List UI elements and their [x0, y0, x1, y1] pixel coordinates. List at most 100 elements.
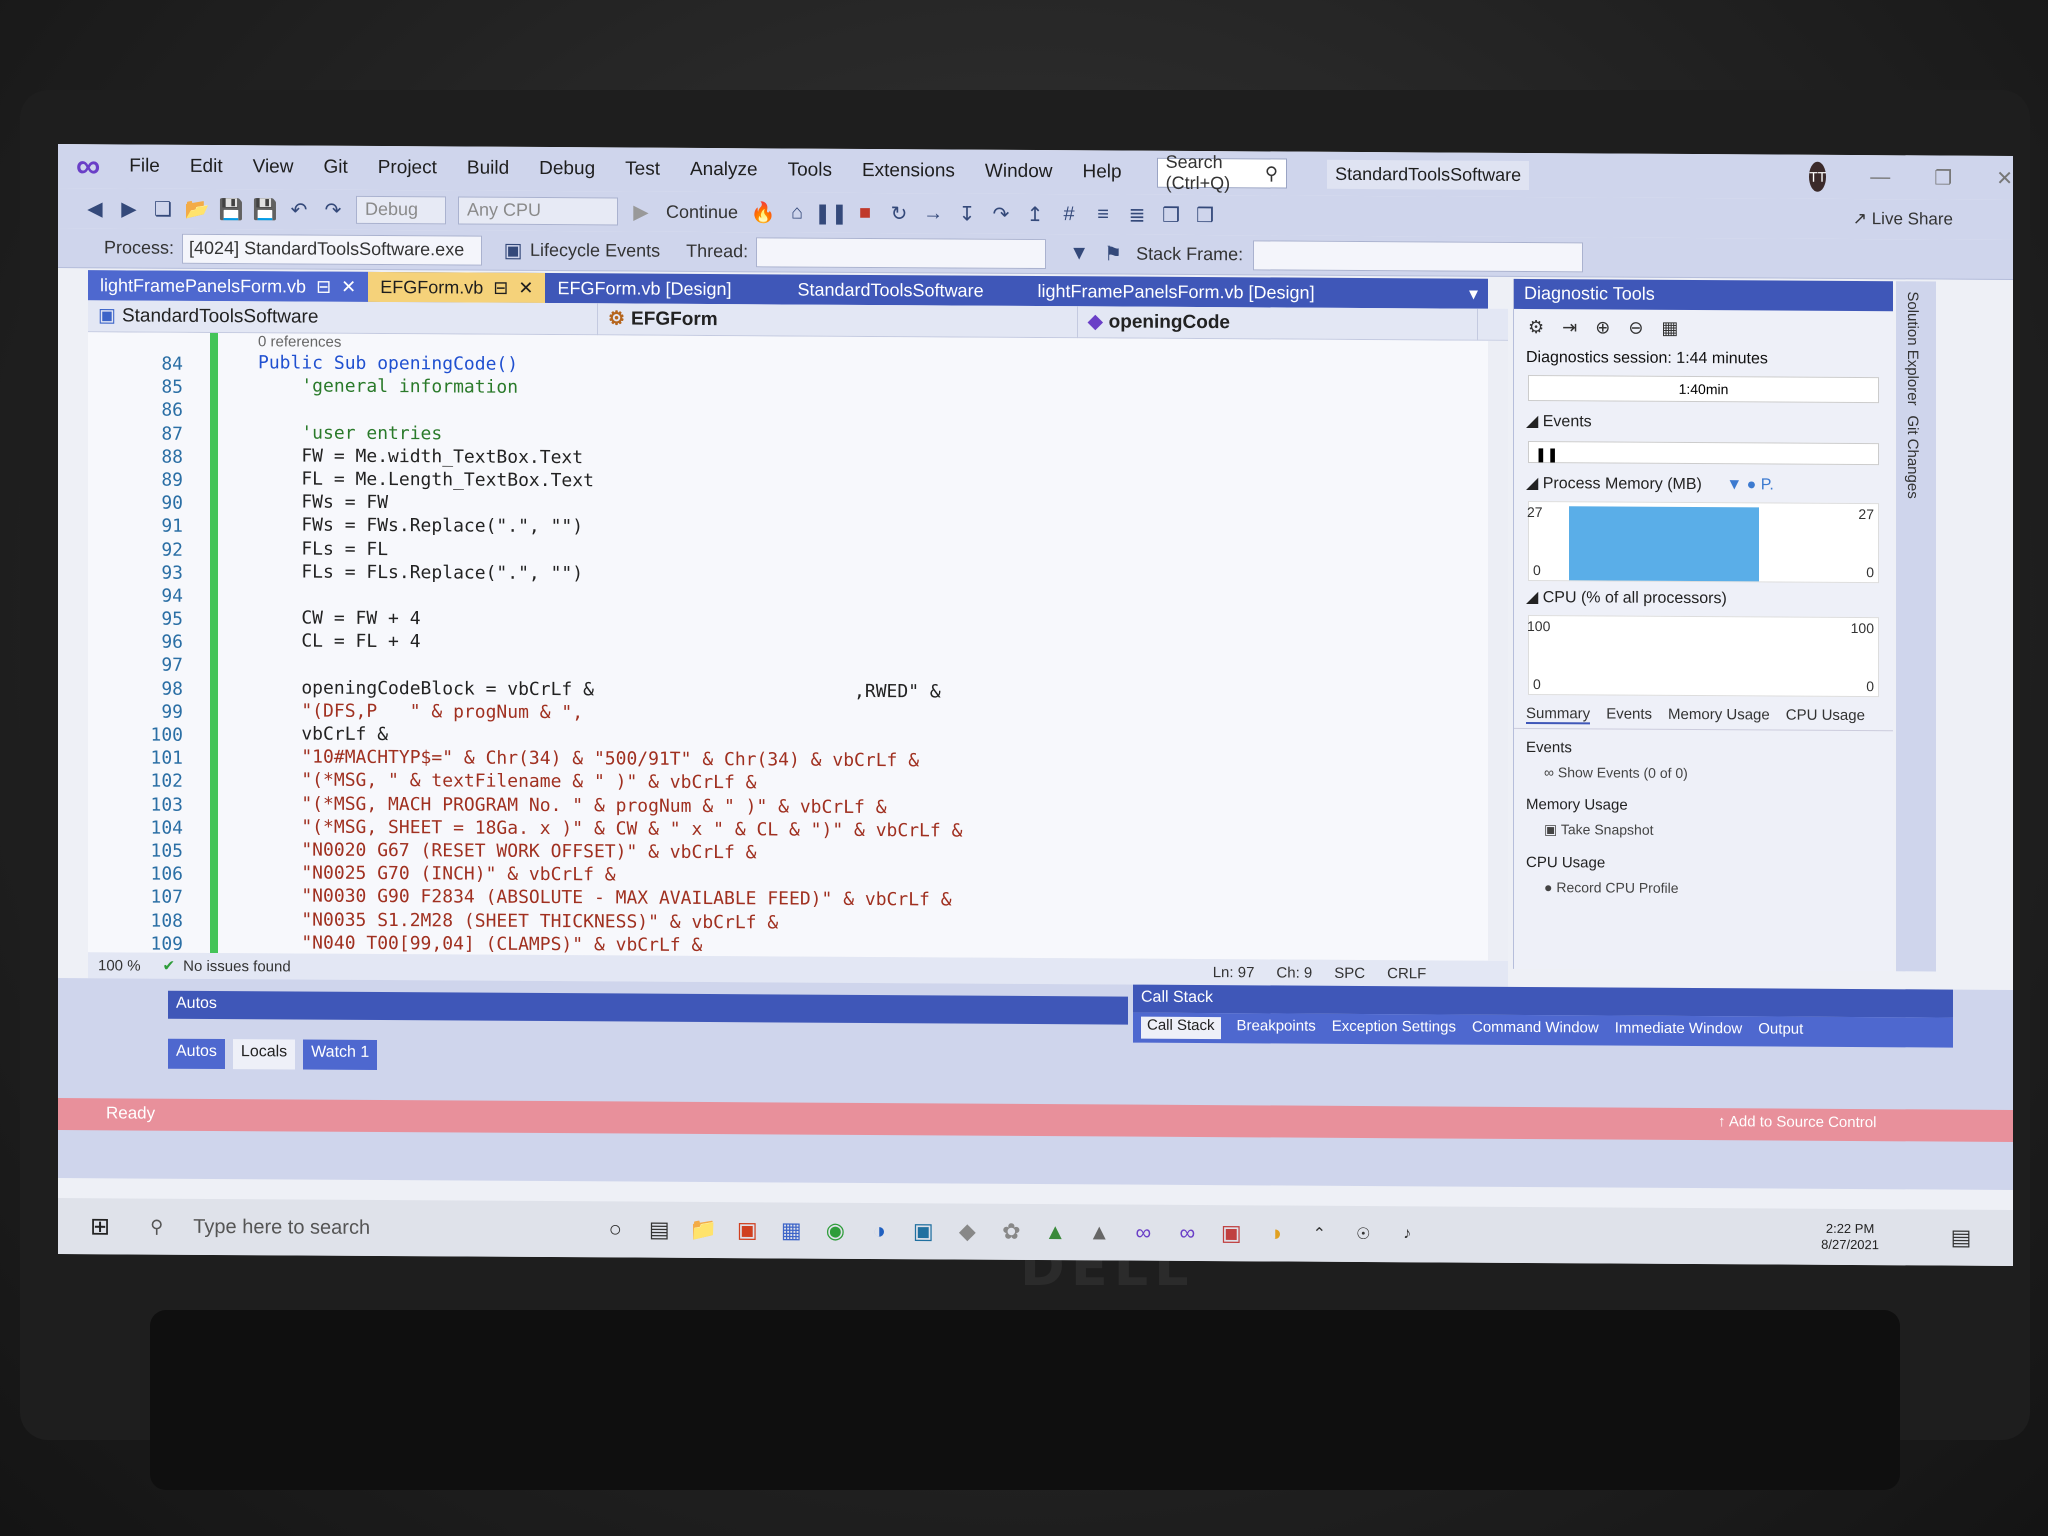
line-ending[interactable]: CRLF: [1387, 965, 1426, 982]
menu-build[interactable]: Build: [467, 158, 509, 180]
lifecycle-events-button[interactable]: Lifecycle Events: [530, 240, 660, 262]
visual-studio-taskbar-icon[interactable]: ∞: [1165, 1220, 1209, 1246]
continue-button[interactable]: Continue: [666, 201, 738, 222]
tab-autos[interactable]: Autos: [168, 1038, 225, 1070]
tab-locals[interactable]: Locals: [232, 1039, 296, 1070]
next-bookmark-icon[interactable]: ❒: [1188, 202, 1222, 227]
step-over-icon[interactable]: ↷: [984, 201, 1018, 226]
class-dropdown[interactable]: ⚙ EFGForm: [598, 302, 1078, 338]
take-snapshot-button[interactable]: ▣ Take Snapshot: [1514, 815, 1893, 846]
close-icon[interactable]: ✕: [341, 276, 356, 297]
tray-chevron-icon[interactable]: ⌃: [1297, 1224, 1341, 1244]
chrome-icon[interactable]: ◉: [813, 1218, 857, 1244]
undo-icon[interactable]: ↶: [282, 197, 316, 222]
export-icon[interactable]: ⇥: [1562, 317, 1577, 338]
show-next-statement-icon[interactable]: →: [916, 202, 950, 225]
visual-studio-taskbar-icon[interactable]: ∞: [1121, 1220, 1165, 1246]
back-icon[interactable]: ◀: [78, 196, 112, 221]
threads-icon[interactable]: ≡: [1086, 203, 1120, 226]
solution-explorer-tab[interactable]: Solution Explorer: [1904, 291, 1921, 405]
tab-immediate-window[interactable]: Immediate Window: [1615, 1020, 1743, 1043]
restart-icon[interactable]: ↻: [882, 201, 916, 226]
tab-command-window[interactable]: Command Window: [1472, 1019, 1599, 1042]
tab-overflow-chevron-down-icon[interactable]: ▾: [1469, 283, 1478, 304]
notifications-icon[interactable]: ▤: [1939, 1225, 1983, 1251]
hex-display-icon[interactable]: #: [1052, 203, 1086, 226]
tab-call-stack[interactable]: Call Stack: [1141, 1016, 1221, 1040]
record-cpu-button[interactable]: ● Record CPU Profile: [1514, 873, 1893, 903]
menu-extensions[interactable]: Extensions: [862, 160, 955, 183]
menu-debug[interactable]: Debug: [539, 158, 595, 180]
app-icon[interactable]: ▲: [1077, 1219, 1121, 1245]
events-section-header[interactable]: ◢ Events: [1514, 405, 1893, 439]
task-view-icon[interactable]: ▤: [637, 1217, 681, 1243]
pause-icon[interactable]: ❚❚: [814, 200, 848, 225]
code-line[interactable]: 'general information: [258, 374, 962, 401]
menu-window[interactable]: Window: [985, 161, 1053, 183]
zoom-level[interactable]: 100 %: [98, 957, 141, 974]
tab-exception-settings[interactable]: Exception Settings: [1332, 1018, 1456, 1041]
close-icon[interactable]: ✕: [518, 277, 533, 298]
save-icon[interactable]: 💾: [214, 196, 248, 221]
tab-breakpoints[interactable]: Breakpoints: [1237, 1017, 1316, 1039]
configuration-select[interactable]: Debug: [356, 195, 446, 225]
menu-tools[interactable]: Tools: [788, 159, 832, 181]
pin-icon[interactable]: ⊟: [316, 276, 331, 297]
tab-output[interactable]: Output: [1758, 1020, 1803, 1042]
app-icon[interactable]: ◆: [945, 1218, 989, 1244]
issues-status[interactable]: No issues found: [183, 957, 291, 975]
session-timeline[interactable]: 1:40min: [1528, 375, 1879, 404]
stop-icon[interactable]: ■: [848, 201, 882, 224]
flag-icon[interactable]: ⚑: [1096, 241, 1130, 266]
process-select[interactable]: [4024] StandardToolsSoftware.exe: [182, 233, 483, 266]
office-icon[interactable]: ▣: [725, 1217, 769, 1243]
minimize-icon[interactable]: —: [1870, 166, 1890, 189]
app-icon[interactable]: ◑: [1253, 1220, 1297, 1246]
add-to-source-control-button[interactable]: ↑ Add to Source Control: [1718, 1113, 1876, 1131]
tab-lightframepanelsform-vb[interactable]: lightFramePanelsForm.vb ⊟ ✕: [88, 270, 369, 302]
step-into-icon[interactable]: ↧: [950, 201, 984, 226]
memory-section-header[interactable]: ◢ Process Memory (MB) ▼ ● P.: [1514, 467, 1893, 501]
continue-play-icon[interactable]: ▶: [624, 199, 658, 224]
tab-lightframepanelsform-design[interactable]: lightFramePanelsForm.vb [Design]: [1025, 276, 1326, 308]
filter-icon[interactable]: ▼: [1062, 242, 1096, 265]
stack-frame-select[interactable]: [1253, 239, 1584, 272]
cpu-section-header[interactable]: ◢ CPU (% of all processors): [1514, 581, 1893, 615]
close-icon[interactable]: ✕: [1996, 165, 2013, 190]
menu-edit[interactable]: Edit: [190, 156, 223, 178]
app-icon[interactable]: ▲: [1033, 1219, 1077, 1245]
zoom-out-icon[interactable]: ⊖: [1628, 317, 1643, 338]
tab-summary[interactable]: Summary: [1526, 704, 1591, 725]
member-dropdown[interactable]: ◆ openingCode: [1078, 305, 1478, 341]
hot-reload-icon[interactable]: 🔥: [746, 200, 780, 225]
comment-icon[interactable]: ≣: [1120, 202, 1154, 227]
code-line[interactable]: FLs = FLs.Replace(".", ""): [258, 560, 962, 587]
menu-file[interactable]: File: [129, 155, 160, 177]
network-icon[interactable]: ☉: [1341, 1224, 1385, 1244]
save-all-icon[interactable]: 💾: [248, 197, 282, 222]
menu-project[interactable]: Project: [378, 157, 437, 179]
tab-events[interactable]: Events: [1606, 705, 1652, 724]
git-changes-tab[interactable]: Git Changes: [1904, 416, 1921, 499]
pin-icon[interactable]: ⊟: [493, 277, 508, 298]
platform-select[interactable]: Any CPU: [458, 196, 618, 226]
thread-select[interactable]: [756, 236, 1047, 269]
volume-icon[interactable]: ♪: [1385, 1225, 1429, 1243]
show-events-link[interactable]: ∞ Show Events (0 of 0): [1514, 758, 1893, 788]
windows-start-icon[interactable]: ⊞: [90, 1212, 110, 1241]
menu-help[interactable]: Help: [1083, 161, 1122, 183]
menu-test[interactable]: Test: [625, 158, 660, 180]
reset-zoom-icon[interactable]: ▦: [1661, 317, 1678, 338]
maximize-icon[interactable]: ❐: [1934, 165, 1952, 190]
new-item-icon[interactable]: ❏: [146, 196, 180, 221]
tab-watch-1[interactable]: Watch 1: [303, 1039, 378, 1070]
settings-gear-icon[interactable]: ⚙: [1528, 317, 1544, 338]
avatar[interactable]: TT: [1809, 161, 1827, 192]
zoom-in-icon[interactable]: ⊕: [1595, 317, 1610, 338]
app-icon[interactable]: ▦: [769, 1217, 813, 1243]
code-editor[interactable]: 84 85 86 87 88 89 90 91 92 93 94 95 96 97 98 99 100 101 10…: [88, 332, 1508, 961]
tab-memory-usage[interactable]: Memory Usage: [1668, 706, 1770, 726]
code-lines[interactable]: 0 references Public Sub openingCode() 'g…: [258, 333, 962, 961]
live-share-button[interactable]: ↗ Live Share: [1853, 209, 1953, 230]
step-out-icon[interactable]: ↥: [1018, 201, 1052, 226]
